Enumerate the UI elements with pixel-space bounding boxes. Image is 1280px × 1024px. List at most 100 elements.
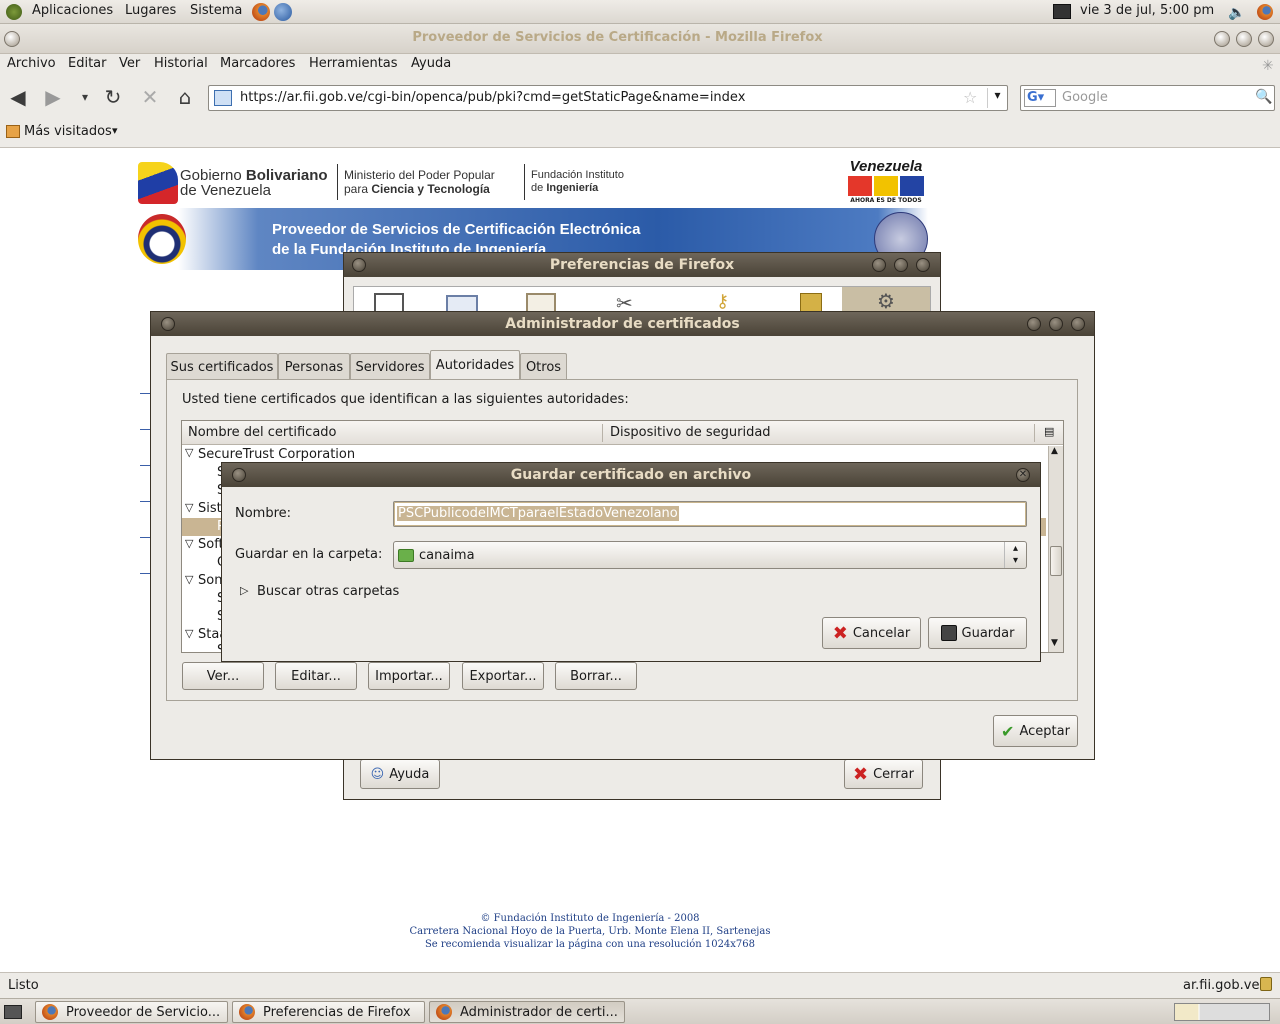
menu-editar[interactable]: Editar <box>68 56 107 71</box>
minimize-button[interactable] <box>872 258 886 272</box>
google-engine-icon[interactable]: G▾ <box>1024 89 1056 107</box>
stop-icon[interactable]: ✕ <box>137 84 163 110</box>
menu-aplicaciones[interactable]: Aplicaciones <box>32 3 113 18</box>
workspace-switcher[interactable] <box>1174 1003 1270 1021</box>
gnome-foot-icon[interactable] <box>6 4 22 20</box>
display-icon[interactable] <box>1053 4 1071 19</box>
cancel-icon: ✖ <box>832 622 848 644</box>
tab-sus-certificados[interactable]: Sus certificados <box>166 353 278 380</box>
expander-open-icon[interactable]: ▽ <box>185 446 193 459</box>
scroll-up-icon[interactable]: ▲ <box>1051 446 1058 456</box>
footer-line2: Carretera Nacional Hoyo de la Puerta, Ur… <box>409 926 771 937</box>
cancel-button[interactable]: ✖ Cancelar <box>822 617 921 649</box>
status-domain[interactable]: ar.fii.gob.ve <box>1183 978 1259 993</box>
task-label: Proveedor de Servicio... <box>66 1004 221 1020</box>
bookmark-star-icon[interactable]: ☆ <box>963 88 977 107</box>
ok-button[interactable]: ✔ Aceptar <box>993 715 1078 747</box>
edit-button[interactable]: Editar... <box>275 662 357 690</box>
menu-marcadores[interactable]: Marcadores <box>220 56 295 71</box>
firefox-tray-icon[interactable] <box>1257 4 1273 20</box>
tree-row[interactable]: Sist <box>198 501 222 516</box>
search-input[interactable]: Google <box>1062 90 1108 105</box>
menu-historial[interactable]: Historial <box>154 56 208 71</box>
tree-row-label: SecureTrust Corporation <box>198 447 356 462</box>
privacy-pane-icon[interactable]: ⚷ <box>716 291 729 312</box>
window-menu-button[interactable] <box>161 317 175 331</box>
tab-personas[interactable]: Personas <box>278 353 350 380</box>
menu-archivo[interactable]: Archivo <box>7 56 56 71</box>
minimize-button[interactable] <box>1027 317 1041 331</box>
column-header-device[interactable]: Dispositivo de seguridad <box>610 425 771 440</box>
expander-open-icon[interactable]: ▽ <box>185 501 193 514</box>
close-prefs-button[interactable]: ✖ Cerrar <box>844 759 923 789</box>
tree-row[interactable]: Soft <box>198 537 224 552</box>
export-button[interactable]: Exportar... <box>462 662 544 690</box>
expander-open-icon[interactable]: ▽ <box>185 573 193 586</box>
close-button[interactable] <box>916 258 930 272</box>
mail-launcher-icon[interactable] <box>274 3 292 21</box>
task-administrador[interactable]: Administrador de certi... <box>429 1001 625 1023</box>
task-preferencias[interactable]: Preferencias de Firefox <box>232 1001 425 1023</box>
forward-icon[interactable]: ▶ <box>40 84 66 110</box>
back-icon[interactable]: ◀ <box>5 84 31 110</box>
tab-otros[interactable]: Otros <box>520 353 567 380</box>
minimize-button[interactable] <box>1214 31 1230 47</box>
clock[interactable]: vie 3 de jul, 5:00 pm <box>1080 3 1214 18</box>
menu-lugares[interactable]: Lugares <box>125 3 176 18</box>
menu-sistema[interactable]: Sistema <box>190 3 242 18</box>
chevron-down-icon: ▾ <box>112 124 118 137</box>
maximize-button[interactable] <box>894 258 908 272</box>
close-button[interactable]: ✕ <box>1016 468 1030 482</box>
close-button[interactable] <box>1258 31 1274 47</box>
scroll-down-icon[interactable]: ▼ <box>1051 638 1058 648</box>
url-dropdown-icon[interactable]: ▾ <box>987 88 1007 108</box>
history-dropdown-icon[interactable]: ▾ <box>72 84 98 110</box>
reload-icon[interactable]: ↻ <box>100 84 126 110</box>
url-text[interactable]: https://ar.fii.gob.ve/cgi-bin/openca/pub… <box>240 90 745 105</box>
close-button[interactable] <box>1071 317 1085 331</box>
volume-icon[interactable]: 🔈 <box>1228 5 1245 21</box>
expander-open-icon[interactable]: ▽ <box>185 627 193 640</box>
search-go-icon[interactable]: 🔍 <box>1255 89 1272 105</box>
maximize-button[interactable] <box>1236 31 1252 47</box>
tree-row[interactable]: Son <box>198 573 222 588</box>
menu-herramientas[interactable]: Herramientas <box>309 56 398 71</box>
column-header-name[interactable]: Nombre del certificado <box>188 425 336 440</box>
ministry-line2-b: Ciencia y Tecnología <box>371 182 490 196</box>
site-identity-icon[interactable] <box>214 90 232 106</box>
delete-button[interactable]: Borrar... <box>555 662 637 690</box>
help-button[interactable]: ☺ Ayuda <box>360 759 440 789</box>
scroll-thumb[interactable] <box>1050 546 1062 576</box>
url-bar[interactable]: https://ar.fii.gob.ve/cgi-bin/openca/pub… <box>208 85 1008 111</box>
expander-closed-icon[interactable]: ▷ <box>240 584 248 597</box>
tab-servidores[interactable]: Servidores <box>350 353 430 380</box>
menu-ver[interactable]: Ver <box>119 56 140 71</box>
name-value[interactable]: PSCPublicodelMCTparaelEstadoVenezolano <box>397 506 679 521</box>
tab-autoridades[interactable]: Autoridades <box>430 350 520 380</box>
window-menu-button[interactable] <box>352 258 366 272</box>
window-menu-button[interactable] <box>232 468 246 482</box>
import-button[interactable]: Importar... <box>368 662 450 690</box>
fii-text: Fundación Instituto de Ingeniería <box>531 169 624 195</box>
lock-icon[interactable] <box>1260 977 1272 991</box>
bookmark-mas-visitados[interactable]: Más visitados <box>24 124 112 139</box>
maximize-button[interactable] <box>1049 317 1063 331</box>
home-icon[interactable]: ⌂ <box>172 84 198 110</box>
firefox-launcher-icon[interactable] <box>252 3 270 21</box>
bottom-panel: Proveedor de Servicio... Preferencias de… <box>0 998 1280 1024</box>
view-button[interactable]: Ver... <box>182 662 264 690</box>
task-proveedor[interactable]: Proveedor de Servicio... <box>35 1001 228 1023</box>
column-picker-icon[interactable]: ▤ <box>1044 425 1054 438</box>
search-bar[interactable]: G▾ Google 🔍 <box>1020 85 1275 111</box>
name-field[interactable]: PSCPublicodelMCTparaelEstadoVenezolano <box>393 501 1027 527</box>
folder-combo[interactable]: canaima ▴ ▾ <box>393 541 1027 569</box>
cert-description: Usted tiene certificados que identifican… <box>182 392 629 407</box>
show-desktop-icon[interactable] <box>4 1005 22 1019</box>
tree-header: Nombre del certificado Dispositivo de se… <box>182 421 1063 445</box>
browse-folders-expander[interactable]: Buscar otras carpetas <box>257 584 399 599</box>
save-button[interactable]: Guardar <box>928 617 1027 649</box>
save-dialog-title: Guardar certificado en archivo <box>510 467 752 483</box>
tree-scrollbar[interactable]: ▲ ▼ <box>1048 446 1063 652</box>
menu-ayuda[interactable]: Ayuda <box>411 56 451 71</box>
expander-open-icon[interactable]: ▽ <box>185 537 193 550</box>
